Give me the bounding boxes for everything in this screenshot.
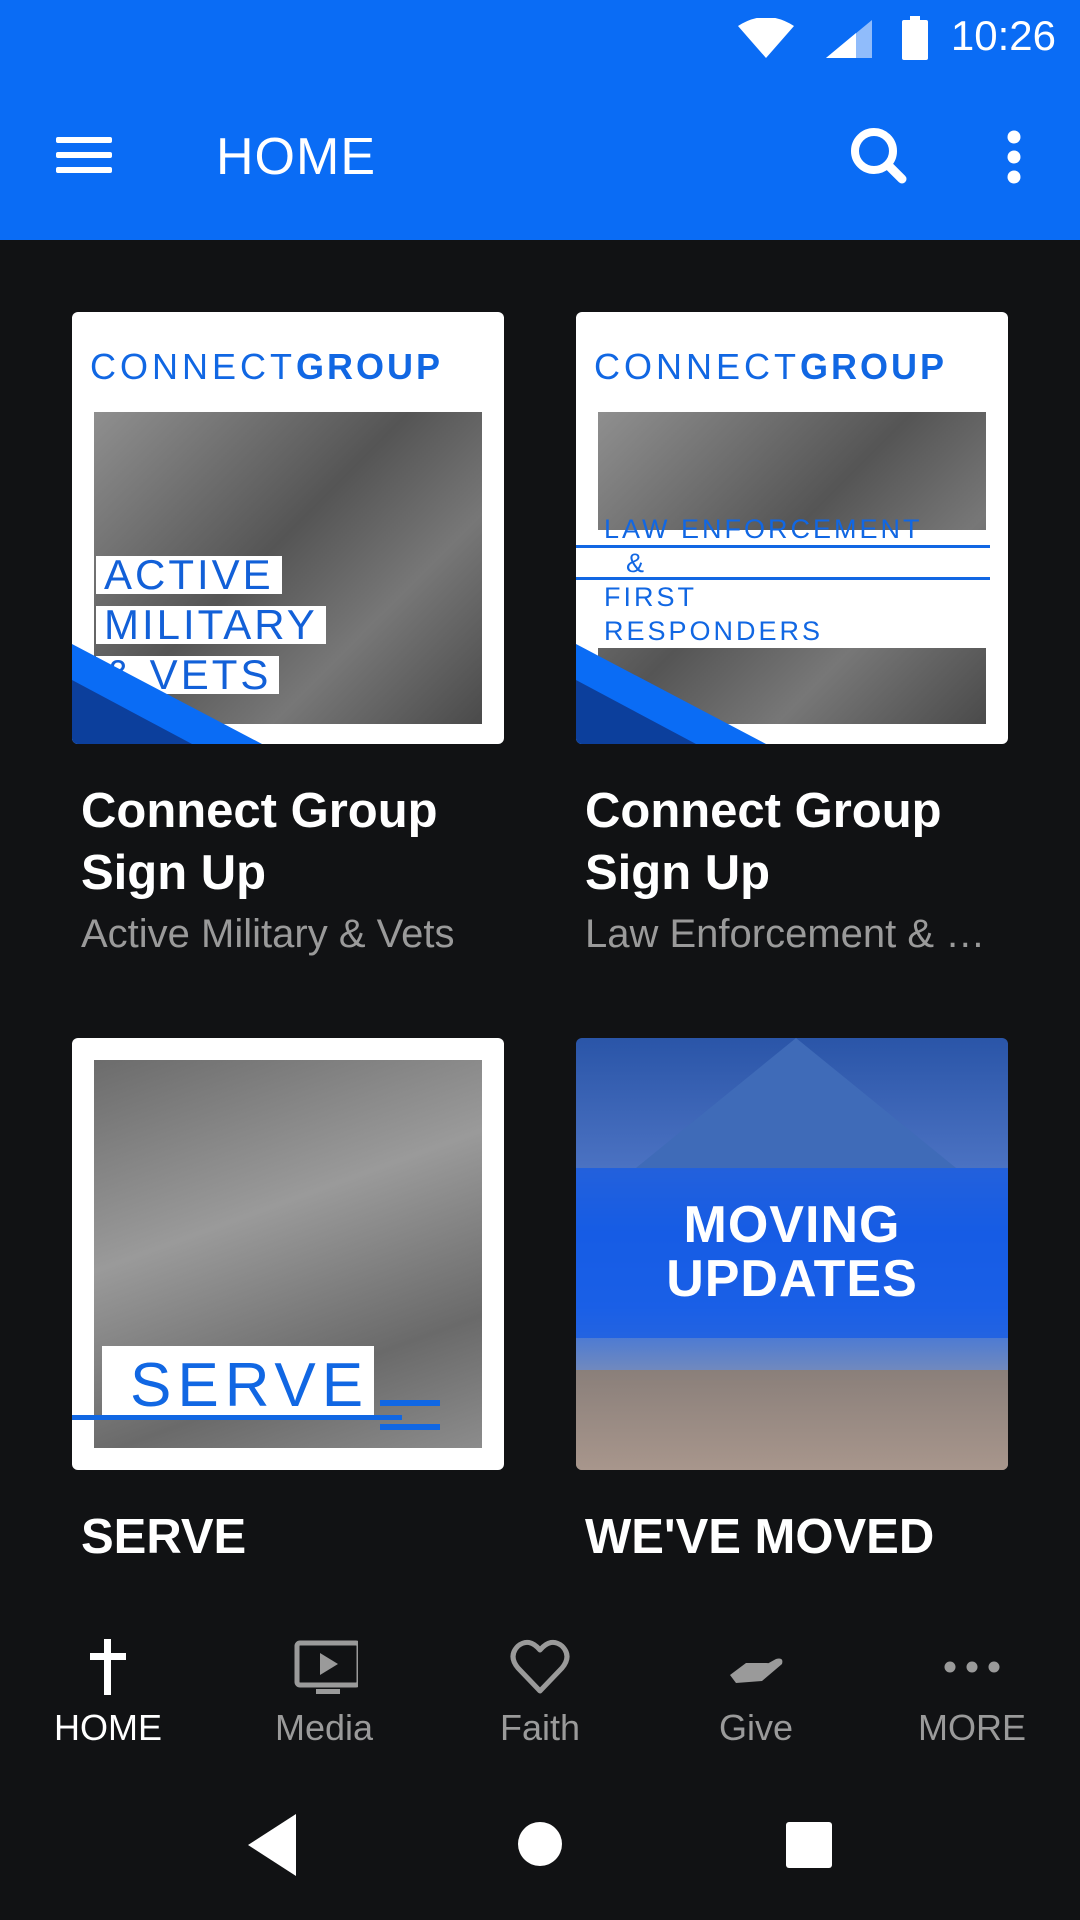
card-title-line: WE'VE MOVED bbox=[585, 1510, 935, 1564]
roof-shape bbox=[636, 1038, 956, 1168]
nav-item-home[interactable]: HOME bbox=[0, 1585, 216, 1770]
image-text-line: & bbox=[626, 548, 648, 578]
card-subtitle: Active Military & Vets bbox=[81, 912, 455, 956]
card-title: SERVE bbox=[72, 1506, 504, 1568]
app-bar: 10:26 HOME bbox=[0, 0, 1080, 240]
card-title-line: SERVE bbox=[81, 1510, 247, 1564]
status-time: 10:26 bbox=[950, 12, 1056, 59]
toolbar: HOME bbox=[0, 75, 1080, 240]
menu-button[interactable] bbox=[40, 115, 128, 195]
battery-icon bbox=[902, 16, 928, 60]
image-text-line: MOVING bbox=[683, 1196, 901, 1254]
image-text: MOVING UPDATES bbox=[576, 1198, 1008, 1306]
card-weve-moved[interactable]: MOVING UPDATES WE'VE MOVED bbox=[576, 1038, 1008, 1568]
card-law-enforcement[interactable]: CONNECTGROUP LAW ENFORCEMENT & FIRST RES… bbox=[576, 312, 1008, 964]
nav-item-more[interactable]: MORE bbox=[864, 1585, 1080, 1770]
brand-text: CONNECTGROUP bbox=[90, 346, 444, 387]
card-image: CONNECTGROUP ACTIVE MILITARY & VETS bbox=[72, 312, 504, 744]
wifi-icon bbox=[738, 18, 794, 58]
image-text-line: UPDATES bbox=[666, 1250, 918, 1308]
nav-label: Media bbox=[274, 1707, 374, 1748]
image-text-line: LAW ENFORCEMENT bbox=[604, 514, 923, 544]
nav-label: HOME bbox=[54, 1707, 162, 1748]
image-text-line: FIRST bbox=[604, 582, 697, 612]
tv-play-icon bbox=[294, 1640, 358, 1694]
nav-item-give[interactable]: Give bbox=[648, 1585, 864, 1770]
back-icon[interactable] bbox=[240, 1810, 302, 1880]
cross-icon bbox=[90, 1639, 126, 1695]
heart-icon bbox=[510, 1639, 570, 1694]
nav-label: MORE bbox=[918, 1707, 1026, 1748]
corner-accent bbox=[576, 680, 696, 744]
system-navigation-bar bbox=[0, 1770, 1080, 1920]
nav-label: Give bbox=[718, 1707, 794, 1748]
giving-hand-icon bbox=[730, 1658, 783, 1683]
brand-text: CONNECTGROUP bbox=[594, 346, 948, 387]
card-serve[interactable]: SERVE SERVE bbox=[72, 1038, 504, 1568]
card-title-line: Connect Group bbox=[81, 784, 438, 838]
status-bar: 10:26 bbox=[0, 0, 1080, 75]
content-grid: CONNECTGROUP ACTIVE MILITARY & VETS Conn… bbox=[0, 240, 1080, 1585]
card-title-line: Connect Group bbox=[585, 784, 942, 838]
bottom-navigation: HOME Media Faith Give MORE bbox=[0, 1585, 1080, 1770]
divider bbox=[72, 1415, 402, 1420]
page-title: HOME bbox=[216, 128, 376, 186]
divider bbox=[380, 1424, 440, 1430]
search-button[interactable] bbox=[840, 117, 920, 197]
corner-accent bbox=[72, 680, 192, 744]
card-image: MOVING UPDATES bbox=[576, 1038, 1008, 1470]
image-text-line: SERVE bbox=[130, 1351, 370, 1420]
signal-icon bbox=[826, 20, 872, 58]
divider bbox=[380, 1400, 440, 1406]
card-title-line: Sign Up bbox=[585, 846, 771, 900]
image-text-line: RESPONDERS bbox=[604, 616, 824, 646]
search-icon bbox=[851, 128, 907, 184]
recents-square-icon[interactable] bbox=[786, 1822, 832, 1868]
nav-label: Faith bbox=[499, 1707, 581, 1748]
card-title: WE'VE MOVED bbox=[576, 1506, 1008, 1568]
card-title: Connect Group Sign Up bbox=[72, 780, 504, 904]
more-vertical-icon bbox=[1007, 130, 1021, 184]
image-text-line: MILITARY bbox=[96, 604, 326, 646]
card-title: Connect Group Sign Up bbox=[576, 780, 1008, 904]
nav-item-media[interactable]: Media bbox=[216, 1585, 432, 1770]
home-circle-icon[interactable] bbox=[518, 1822, 562, 1866]
image-text-line: ACTIVE bbox=[96, 554, 282, 596]
card-title-line: Sign Up bbox=[81, 846, 267, 900]
card-subtitle: Law Enforcement & First Responders bbox=[585, 912, 1005, 956]
nav-item-faith[interactable]: Faith bbox=[432, 1585, 648, 1770]
overflow-menu-button[interactable] bbox=[990, 117, 1038, 197]
card-active-military[interactable]: CONNECTGROUP ACTIVE MILITARY & VETS Conn… bbox=[72, 312, 504, 964]
road-shape bbox=[576, 1370, 1008, 1470]
card-image: CONNECTGROUP LAW ENFORCEMENT & FIRST RES… bbox=[576, 312, 1008, 744]
card-image: SERVE bbox=[72, 1038, 504, 1470]
more-horizontal-icon bbox=[944, 1661, 1000, 1673]
